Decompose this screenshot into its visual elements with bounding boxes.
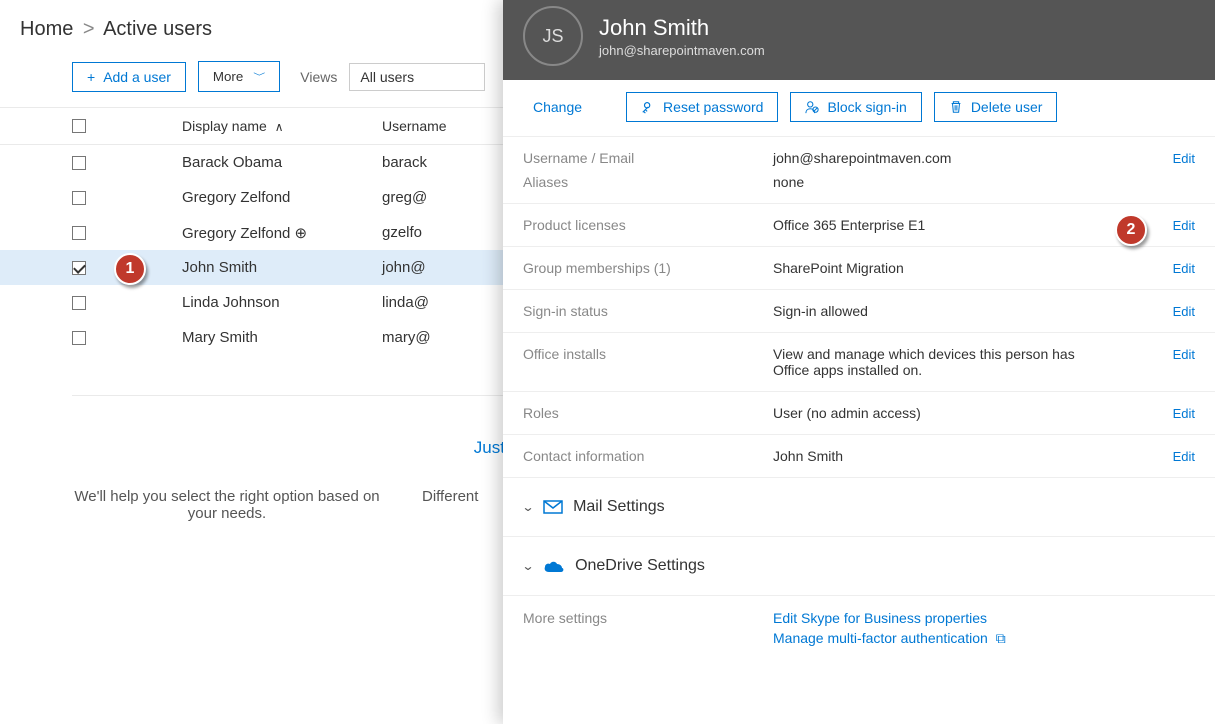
breadcrumb-separator: > [83,18,95,40]
edit-signin[interactable]: Edit [1173,304,1195,319]
row-checkbox[interactable] [72,191,86,205]
edit-office[interactable]: Edit [1173,347,1195,362]
mfa-link[interactable]: Manage multi-factor authentication ⧉ [773,630,1006,647]
more-button[interactable]: More ﹀ [198,61,280,92]
key-icon [641,100,655,114]
panel-user-email: john@sharepointmaven.com [599,43,765,58]
avatar: JS [523,6,583,66]
add-user-button[interactable]: + Add a user [72,62,186,92]
prop-groups: Group memberships (1) SharePoint Migrati… [503,247,1215,290]
mail-icon [543,500,563,514]
callout-1: 1 [114,253,146,285]
user-details-panel: JS John Smith john@sharepointmaven.com C… [503,0,1215,724]
edit-groups[interactable]: Edit [1173,261,1195,276]
mail-settings-section[interactable]: ⌄ Mail Settings [503,478,1215,537]
plus-icon: + [87,69,95,85]
panel-user-name: John Smith [599,15,765,41]
select-all-checkbox[interactable] [72,119,86,133]
onedrive-settings-section[interactable]: ⌄ OneDrive Settings [503,537,1215,596]
user-display-name: John Smith [112,259,382,276]
edit-licenses[interactable]: Edit [1173,218,1195,233]
callout-2: 2 [1115,214,1147,246]
chevron-down-icon: ﹀ [253,71,265,83]
cloud-icon [543,559,565,573]
breadcrumb-current: Active users [103,18,212,40]
prop-signin: Sign-in status Sign-in allowed Edit [503,290,1215,333]
row-checkbox[interactable] [72,261,86,275]
trash-icon [949,100,963,114]
user-display-name: Linda Johnson [112,294,382,311]
views-label: Views [300,69,337,85]
chevron-down-icon: ⌄ [521,559,534,573]
row-checkbox[interactable] [72,226,86,240]
user-display-name: Gregory Zelfond [112,189,382,206]
edit-contact[interactable]: Edit [1173,449,1195,464]
edit-roles[interactable]: Edit [1173,406,1195,421]
external-link-icon: ⧉ [996,630,1006,646]
user-display-name: Barack Obama [112,154,382,171]
row-checkbox[interactable] [72,156,86,170]
prop-office: Office installs View and manage which de… [503,333,1215,392]
change-link[interactable]: Change [533,99,582,115]
panel-header: JS John Smith john@sharepointmaven.com [503,0,1215,80]
skype-link[interactable]: Edit Skype for Business properties [773,610,1006,626]
prop-aliases: Aliases none [503,170,1215,204]
promo-text-1: We'll help you select the right option b… [72,488,422,522]
row-checkbox[interactable] [72,331,86,345]
prop-username: Username / Email john@sharepointmaven.co… [503,137,1215,170]
prop-roles: Roles User (no admin access) Edit [503,392,1215,435]
block-signin-button[interactable]: Block sign-in [790,92,921,122]
views-select[interactable]: All users [349,63,485,91]
delete-user-button[interactable]: Delete user [934,92,1058,122]
person-block-icon [805,100,819,114]
more-settings-row: More settings Edit Skype for Business pr… [503,596,1215,647]
user-display-name: Gregory Zelfond ⊕ [112,224,382,242]
user-display-name: Mary Smith [112,329,382,346]
sort-asc-icon: ∧ [275,120,284,134]
breadcrumb-home[interactable]: Home [20,18,73,40]
panel-actions: Change Reset password Block sign-in Dele… [503,80,1215,137]
column-display-name[interactable]: Display name ∧ [112,118,382,134]
chevron-down-icon: ⌄ [521,500,534,514]
prop-contact: Contact information John Smith Edit [503,435,1215,478]
reset-password-button[interactable]: Reset password [626,92,778,122]
row-checkbox[interactable] [72,296,86,310]
prop-licenses: Product licenses Office 365 Enterprise E… [503,204,1215,247]
edit-username[interactable]: Edit [1173,151,1195,166]
